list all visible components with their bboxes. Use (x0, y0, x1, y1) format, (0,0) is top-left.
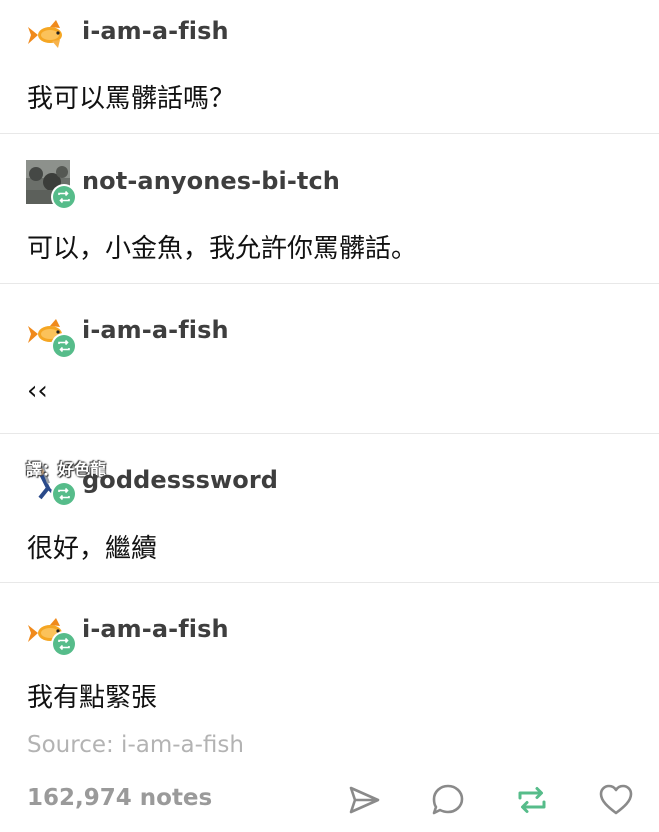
reblog-badge-icon (51, 631, 77, 657)
reblog-badge-icon (51, 184, 77, 210)
reblog-badge-icon (51, 481, 77, 507)
notes-count[interactable]: 162,974 notes (27, 785, 212, 811)
post-message: ‹‹ (27, 376, 48, 406)
post-username[interactable]: goddesssword (82, 466, 278, 494)
reblog-badge-icon (51, 333, 77, 359)
post-divider (0, 582, 659, 583)
post-username[interactable]: i-am-a-fish (82, 316, 229, 344)
post-username[interactable]: i-am-a-fish (82, 17, 229, 45)
post-message: 我可以罵髒話嗎？ (27, 84, 236, 114)
source-link[interactable]: Source: i-am-a-fish (27, 732, 244, 758)
post-message: 很好，繼續 (27, 534, 158, 564)
reblog-icon[interactable] (512, 780, 552, 820)
post-message: 我有點緊張 (27, 683, 158, 713)
post-message: 可以，小金魚，我允許你罵髒話。 (27, 234, 418, 264)
heart-icon[interactable] (596, 780, 636, 820)
post-username[interactable]: i-am-a-fish (82, 615, 229, 643)
post-divider (0, 433, 659, 434)
post-username[interactable]: not-anyones-bi-tch (82, 167, 340, 195)
goldfish-avatar-icon[interactable] (26, 10, 70, 54)
send-icon[interactable] (344, 780, 384, 820)
post-divider (0, 133, 659, 134)
comment-icon[interactable] (428, 780, 468, 820)
post-divider (0, 283, 659, 284)
